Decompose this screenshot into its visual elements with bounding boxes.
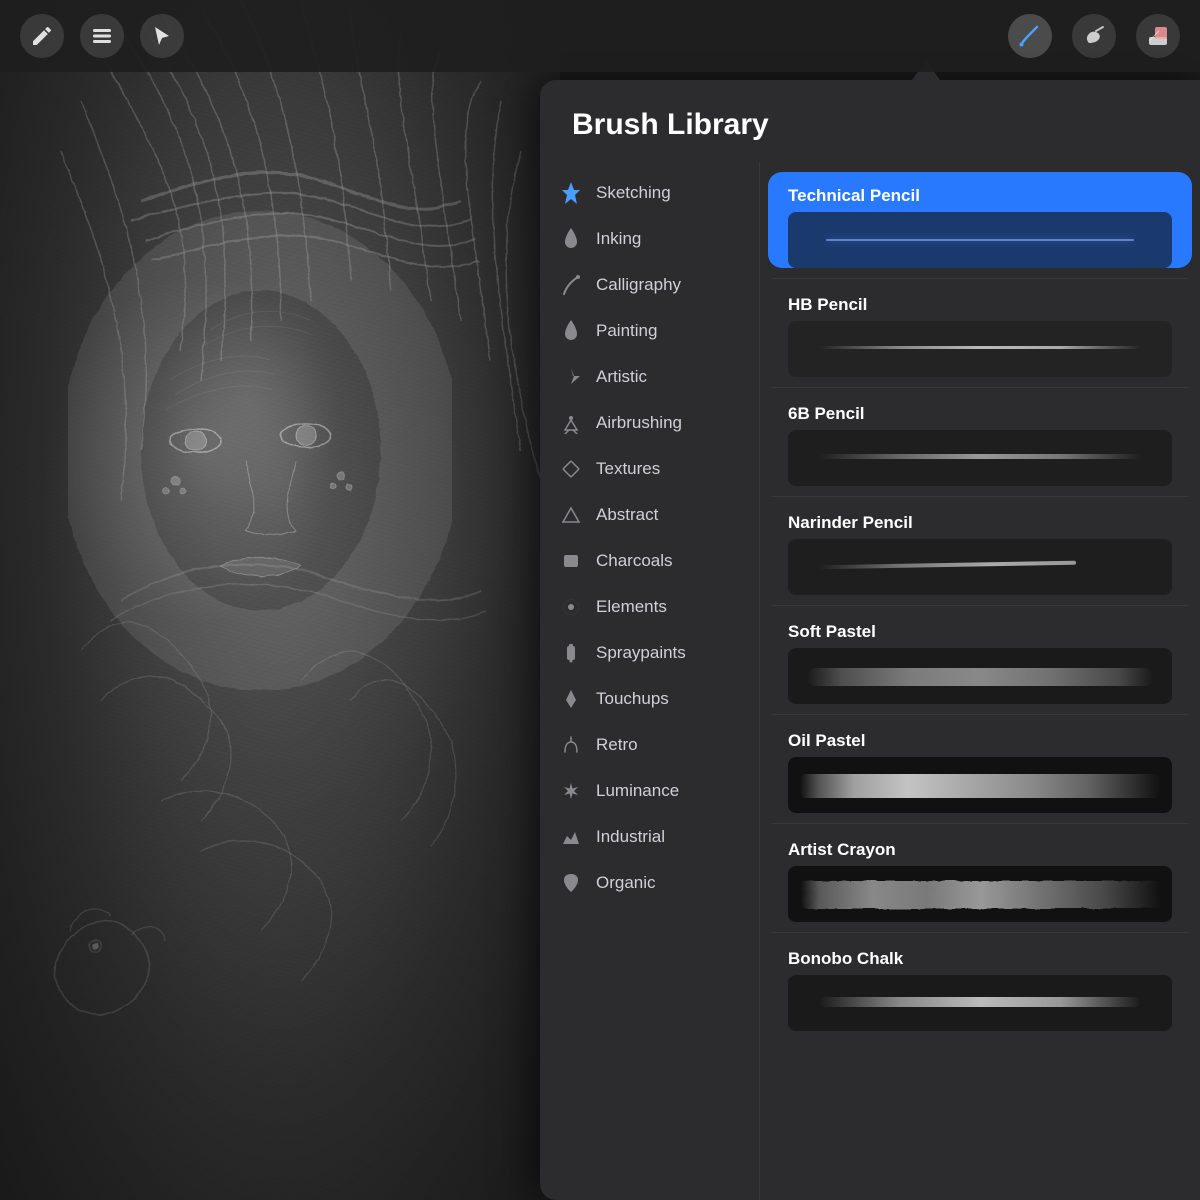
brush-artist-crayon-name: Artist Crayon xyxy=(788,826,1172,866)
abstract-icon xyxy=(560,504,582,526)
artistic-label: Artistic xyxy=(596,367,647,387)
charcoals-icon xyxy=(560,550,582,572)
touchups-label: Touchups xyxy=(596,689,669,709)
elements-icon xyxy=(560,596,582,618)
canvas-area[interactable] xyxy=(0,0,560,1200)
category-list: Sketching Inking Calligraphy xyxy=(540,162,760,1200)
separator-5 xyxy=(772,714,1188,715)
brush-technical-pencil-name: Technical Pencil xyxy=(788,172,1172,212)
separator-1 xyxy=(772,278,1188,279)
artistic-icon xyxy=(560,366,582,388)
layers-icon[interactable] xyxy=(80,14,124,58)
brush-tool-icon[interactable] xyxy=(1008,14,1052,58)
brush-narinder-pencil-preview xyxy=(788,539,1172,595)
luminance-icon xyxy=(560,780,582,802)
brush-hb-pencil-name: HB Pencil xyxy=(788,281,1172,321)
eraser-tool-icon[interactable] xyxy=(1136,14,1180,58)
painting-icon xyxy=(560,320,582,342)
panel-body: Sketching Inking Calligraphy xyxy=(540,162,1200,1200)
spraypaints-label: Spraypaints xyxy=(596,643,686,663)
category-artistic[interactable]: Artistic xyxy=(540,354,759,400)
category-spraypaints[interactable]: Spraypaints xyxy=(540,630,759,676)
panel-title: Brush Library xyxy=(572,108,1168,142)
category-painting[interactable]: Painting xyxy=(540,308,759,354)
inking-icon xyxy=(560,228,582,250)
charcoals-label: Charcoals xyxy=(596,551,673,571)
brush-6b-pencil-preview xyxy=(788,430,1172,486)
separator-6 xyxy=(772,823,1188,824)
textures-icon xyxy=(560,458,582,480)
category-luminance[interactable]: Luminance xyxy=(540,768,759,814)
category-touchups[interactable]: Touchups xyxy=(540,676,759,722)
toolbar xyxy=(0,0,1200,72)
brush-bonobo-chalk-name: Bonobo Chalk xyxy=(788,935,1172,975)
brush-library-panel: Brush Library Sketching Inking xyxy=(540,80,1200,1200)
brush-narinder-pencil[interactable]: Narinder Pencil xyxy=(768,499,1192,595)
brush-hb-pencil[interactable]: HB Pencil xyxy=(768,281,1192,377)
sketching-label: Sketching xyxy=(596,183,671,203)
separator-4 xyxy=(772,605,1188,606)
separator-2 xyxy=(772,387,1188,388)
brush-oil-pastel-preview xyxy=(788,757,1172,813)
airbrushing-icon xyxy=(560,412,582,434)
sketching-icon xyxy=(560,182,582,204)
brush-narinder-pencil-name: Narinder Pencil xyxy=(788,499,1172,539)
industrial-label: Industrial xyxy=(596,827,665,847)
brush-hb-pencil-preview xyxy=(788,321,1172,377)
airbrushing-label: Airbrushing xyxy=(596,413,682,433)
painting-label: Painting xyxy=(596,321,657,341)
category-calligraphy[interactable]: Calligraphy xyxy=(540,262,759,308)
organic-icon xyxy=(560,872,582,894)
retro-icon xyxy=(560,734,582,756)
toolbar-right-tools xyxy=(1008,14,1180,58)
brush-oil-pastel[interactable]: Oil Pastel xyxy=(768,717,1192,813)
brush-oil-pastel-name: Oil Pastel xyxy=(788,717,1172,757)
category-sketching[interactable]: Sketching xyxy=(540,170,759,216)
smudge-tool-icon[interactable] xyxy=(1072,14,1116,58)
category-organic[interactable]: Organic xyxy=(540,860,759,906)
category-charcoals[interactable]: Charcoals xyxy=(540,538,759,584)
separator-7 xyxy=(772,932,1188,933)
brush-artist-crayon[interactable]: Artist Crayon xyxy=(768,826,1192,922)
panel-header: Brush Library xyxy=(540,80,1200,162)
category-abstract[interactable]: Abstract xyxy=(540,492,759,538)
category-inking[interactable]: Inking xyxy=(540,216,759,262)
brush-technical-pencil-preview xyxy=(788,212,1172,268)
industrial-icon xyxy=(560,826,582,848)
category-airbrushing[interactable]: Airbrushing xyxy=(540,400,759,446)
modify-icon[interactable] xyxy=(20,14,64,58)
organic-label: Organic xyxy=(596,873,656,893)
brush-soft-pastel[interactable]: Soft Pastel xyxy=(768,608,1192,704)
brush-technical-pencil[interactable]: Technical Pencil xyxy=(768,172,1192,268)
brush-list: Technical Pencil HB Pencil 6B Pencil Nar… xyxy=(760,162,1200,1200)
calligraphy-icon xyxy=(560,274,582,296)
textures-label: Textures xyxy=(596,459,660,479)
brush-bonobo-chalk-preview xyxy=(788,975,1172,1031)
brush-6b-pencil-name: 6B Pencil xyxy=(788,390,1172,430)
calligraphy-label: Calligraphy xyxy=(596,275,681,295)
brush-artist-crayon-preview xyxy=(788,866,1172,922)
brush-soft-pastel-preview xyxy=(788,648,1172,704)
brush-bonobo-chalk[interactable]: Bonobo Chalk xyxy=(768,935,1192,1031)
elements-label: Elements xyxy=(596,597,667,617)
luminance-label: Luminance xyxy=(596,781,679,801)
retro-label: Retro xyxy=(596,735,638,755)
category-elements[interactable]: Elements xyxy=(540,584,759,630)
inking-label: Inking xyxy=(596,229,641,249)
separator-3 xyxy=(772,496,1188,497)
art-overlay xyxy=(0,0,560,1200)
brush-6b-pencil[interactable]: 6B Pencil xyxy=(768,390,1192,486)
selection-icon[interactable] xyxy=(140,14,184,58)
category-industrial[interactable]: Industrial xyxy=(540,814,759,860)
artwork xyxy=(0,0,560,1200)
toolbar-left-tools xyxy=(20,14,184,58)
category-retro[interactable]: Retro xyxy=(540,722,759,768)
category-textures[interactable]: Textures xyxy=(540,446,759,492)
touchups-icon xyxy=(560,688,582,710)
brush-soft-pastel-name: Soft Pastel xyxy=(788,608,1172,648)
spraypaints-icon xyxy=(560,642,582,664)
abstract-label: Abstract xyxy=(596,505,658,525)
